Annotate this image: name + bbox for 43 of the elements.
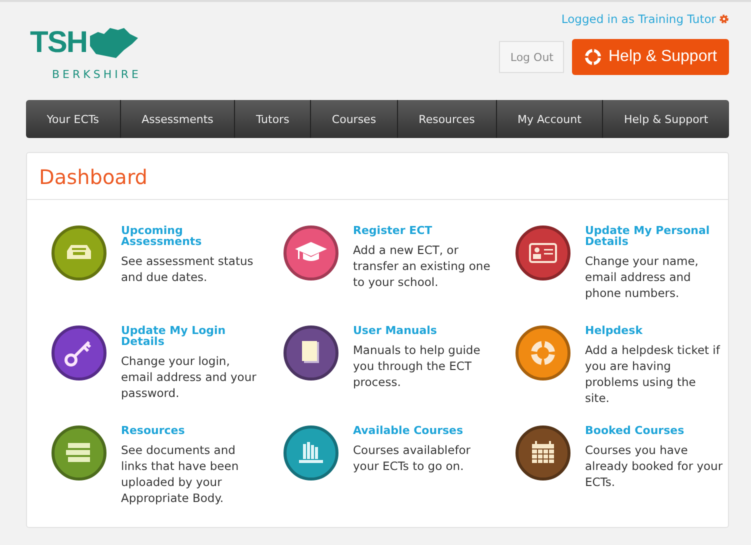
tile-title-link[interactable]: Available Courses	[353, 425, 491, 436]
dashboard-title: Dashboard	[27, 153, 728, 200]
tile-title-link[interactable]: Update My Personal Details	[585, 225, 723, 247]
tile-title-link[interactable]: Resources	[121, 425, 259, 436]
tile-description: Courses availablefor your ECTs to go on.	[353, 442, 472, 474]
tile-description: See documents and links that have been uploaded by your Appropriate Body.	[121, 442, 240, 506]
gear-icon[interactable]	[719, 14, 729, 24]
tile-description: Add a new ECT, or transfer an existing one to your school.	[353, 242, 491, 290]
logo-map-icon	[88, 26, 140, 60]
nav-item[interactable]: Assessments	[120, 100, 236, 138]
tile-description: Add a helpdesk ticket if you are having problems using the site.	[585, 342, 722, 406]
tile-title-link[interactable]: Register ECT	[353, 225, 491, 236]
nav-item[interactable]: Courses	[311, 100, 398, 138]
calendar-icon[interactable]	[515, 425, 571, 481]
ring-icon[interactable]	[515, 325, 571, 381]
tile-title-link[interactable]: Helpdesk	[585, 325, 723, 336]
nav-item[interactable]: Tutors	[235, 100, 312, 138]
nav-item[interactable]: Resources	[398, 100, 497, 138]
tile-description: Change your name, email address and phone numbers.	[585, 253, 700, 301]
tile-description: See assessment status and due dates.	[121, 253, 254, 285]
tray-icon[interactable]	[51, 225, 107, 281]
nav-item[interactable]: My Account	[496, 100, 604, 138]
tile-description: Courses you have already booked for your ECTs.	[585, 442, 723, 490]
tile-title-link[interactable]: Booked Courses	[585, 425, 723, 436]
nav-item[interactable]: Help & Support	[603, 100, 729, 138]
lifebuoy-icon	[584, 48, 602, 66]
stack-icon[interactable]	[51, 425, 107, 481]
tile-title-link[interactable]: Update My Login Details	[121, 325, 259, 347]
help-support-button[interactable]: Help & Support	[572, 39, 729, 75]
book-icon[interactable]	[283, 325, 339, 381]
tile-title-link[interactable]: Upcoming Assessments	[121, 225, 259, 247]
login-status: Logged in as Training Tutor	[561, 12, 716, 26]
tile-description: Manuals to help guide you through the ECT process.	[353, 342, 482, 390]
logo-subtext: BERKSHIRE	[52, 68, 142, 81]
logout-button[interactable]: Log Out	[499, 41, 564, 73]
logo-text: TSH	[30, 26, 87, 60]
nav-item[interactable]: Your ECTs	[26, 100, 121, 138]
tile-description: Change your login, email address and your password.	[121, 353, 258, 401]
card-icon[interactable]	[515, 225, 571, 281]
shelf-icon[interactable]	[283, 425, 339, 481]
cap-icon[interactable]	[283, 225, 339, 281]
tile-title-link[interactable]: User Manuals	[353, 325, 491, 336]
key-icon[interactable]	[51, 325, 107, 381]
